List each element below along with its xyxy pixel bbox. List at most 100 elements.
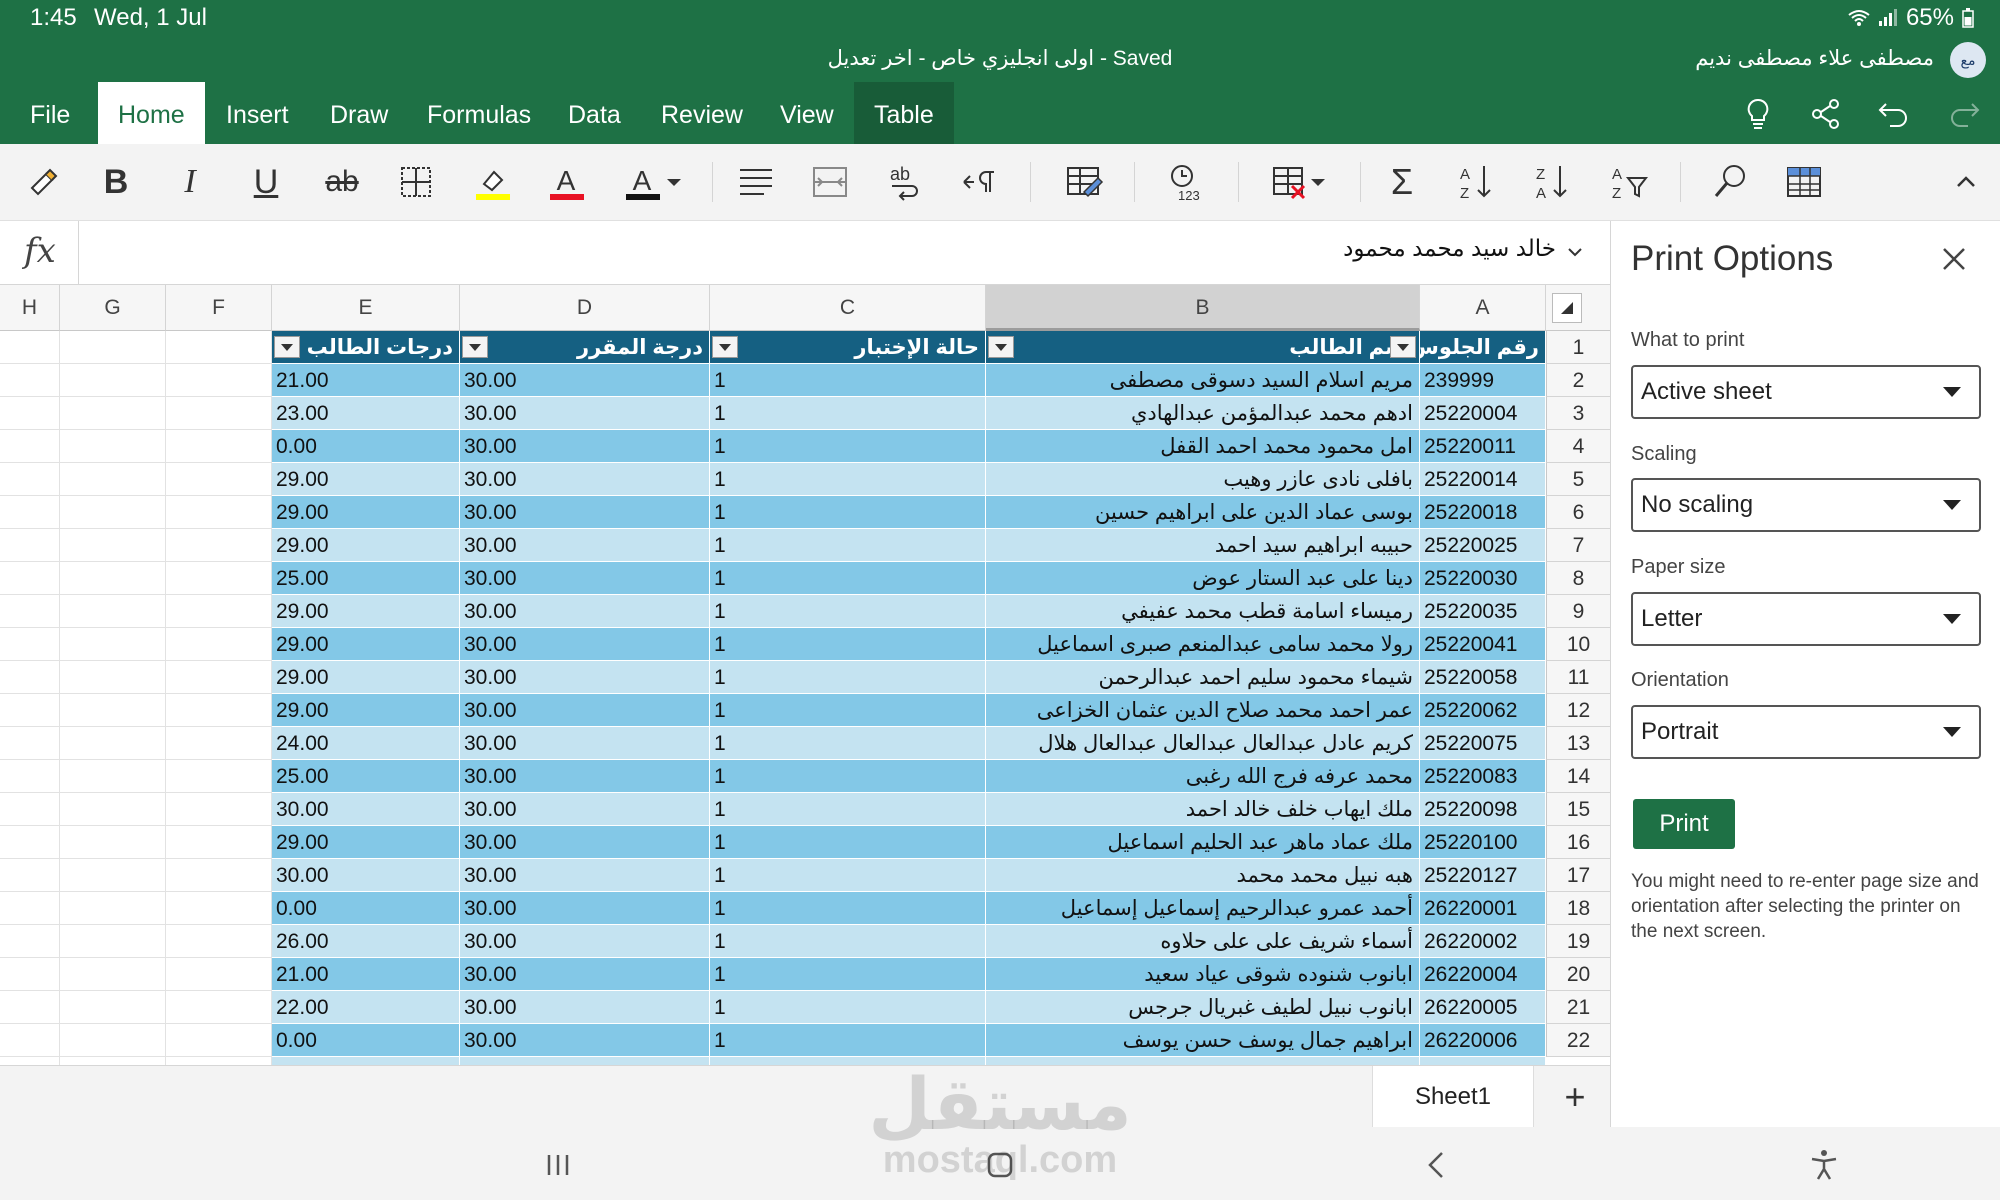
cell-c9[interactable]: 1 — [710, 595, 986, 628]
find-icon[interactable] — [1706, 158, 1754, 206]
row-header[interactable]: 12 — [1546, 694, 1610, 727]
cell-e17[interactable]: 30.00 — [272, 859, 460, 892]
fx-icon[interactable]: fx — [24, 231, 56, 271]
sheet-tab-sheet1[interactable]: Sheet1 — [1372, 1066, 1534, 1128]
cell-a18[interactable]: 26220001 — [1420, 892, 1546, 925]
cell-g3[interactable] — [60, 397, 166, 430]
row-header[interactable]: 13 — [1546, 727, 1610, 760]
borders-icon[interactable] — [392, 158, 440, 206]
cell-b5[interactable]: بافلى نادى عازر وهيب — [986, 463, 1420, 496]
cell-e8[interactable]: 25.00 — [272, 562, 460, 595]
cell-c23[interactable] — [710, 1057, 986, 1065]
cell-b19[interactable]: أسماء شريف على على حلاوه — [986, 925, 1420, 958]
cell-f21[interactable] — [166, 991, 272, 1024]
cell-f20[interactable] — [166, 958, 272, 991]
cell-c12[interactable]: 1 — [710, 694, 986, 727]
cell-g11[interactable] — [60, 661, 166, 694]
cell-g22[interactable] — [60, 1024, 166, 1057]
lightbulb-icon[interactable] — [1740, 96, 1776, 132]
cell-f22[interactable] — [166, 1024, 272, 1057]
cell-h21[interactable] — [0, 991, 60, 1024]
undo-icon[interactable] — [1876, 96, 1912, 132]
cell-b15[interactable]: ملك ايهاب خلف خالد احمد — [986, 793, 1420, 826]
avatar[interactable]: مع — [1950, 42, 1986, 78]
cell-a17[interactable]: 25220127 — [1420, 859, 1546, 892]
tab-table[interactable]: Table — [854, 82, 954, 144]
cell-g1[interactable] — [60, 331, 166, 364]
tab-file[interactable]: File — [10, 82, 90, 144]
cell-h15[interactable] — [0, 793, 60, 826]
cell-d20[interactable]: 30.00 — [460, 958, 710, 991]
cell-e2[interactable]: 21.00 — [272, 364, 460, 397]
cell-b3[interactable]: ادهم محمد عبدالمؤمن عبدالهادي — [986, 397, 1420, 430]
cell-h18[interactable] — [0, 892, 60, 925]
formula-input[interactable]: خالد سيد محمد محمود — [1343, 235, 1556, 262]
cell-d18[interactable]: 30.00 — [460, 892, 710, 925]
cell-f6[interactable] — [166, 496, 272, 529]
cell-h6[interactable] — [0, 496, 60, 529]
cell-b16[interactable]: ملك عماد ماهر عبد الحليم اسماعيل — [986, 826, 1420, 859]
share-icon[interactable] — [1808, 96, 1844, 132]
cell-d12[interactable]: 30.00 — [460, 694, 710, 727]
cell-b8[interactable]: دينا على عبد الستار عوض — [986, 562, 1420, 595]
cell-e13[interactable]: 24.00 — [272, 727, 460, 760]
cell-b13[interactable]: كريم عادل عبدالعال عبدالعال عبدالعال هلا… — [986, 727, 1420, 760]
cell-g10[interactable] — [60, 628, 166, 661]
filter-dropdown-button[interactable] — [274, 336, 300, 358]
cell-g17[interactable] — [60, 859, 166, 892]
print-button[interactable]: Print — [1633, 799, 1735, 849]
cell-f12[interactable] — [166, 694, 272, 727]
row-header[interactable]: 3 — [1546, 397, 1610, 430]
cell-h14[interactable] — [0, 760, 60, 793]
cell-h13[interactable] — [0, 727, 60, 760]
column-header-a[interactable]: A — [1420, 285, 1546, 331]
cell-e22[interactable]: 0.00 — [272, 1024, 460, 1057]
cell-d11[interactable]: 30.00 — [460, 661, 710, 694]
cell-b23[interactable] — [986, 1057, 1420, 1065]
row-header[interactable]: 9 — [1546, 595, 1610, 628]
table-header-e[interactable]: درجات الطالب — [272, 331, 460, 364]
wrap-text-icon[interactable]: ab — [880, 158, 928, 206]
filter-dropdown-button[interactable] — [988, 336, 1014, 358]
cell-a8[interactable]: 25220030 — [1420, 562, 1546, 595]
cell-e21[interactable]: 22.00 — [272, 991, 460, 1024]
column-header-f[interactable]: F — [166, 285, 272, 331]
cell-c16[interactable]: 1 — [710, 826, 986, 859]
row-header[interactable]: 15 — [1546, 793, 1610, 826]
cell-a10[interactable]: 25220041 — [1420, 628, 1546, 661]
cell-e9[interactable]: 29.00 — [272, 595, 460, 628]
table-header-c[interactable]: حالة الإختبار — [710, 331, 986, 364]
sort-ascending-icon[interactable]: AZ — [1452, 158, 1500, 206]
cell-a14[interactable]: 25220083 — [1420, 760, 1546, 793]
cell-h5[interactable] — [0, 463, 60, 496]
scaling-select[interactable]: No scaling — [1631, 478, 1981, 532]
table-header-b[interactable]: اسم الطالب — [986, 331, 1420, 364]
cell-h10[interactable] — [0, 628, 60, 661]
cell-g13[interactable] — [60, 727, 166, 760]
cell-c3[interactable]: 1 — [710, 397, 986, 430]
cell-f8[interactable] — [166, 562, 272, 595]
cell-a21[interactable]: 26220005 — [1420, 991, 1546, 1024]
cell-d17[interactable]: 30.00 — [460, 859, 710, 892]
cell-h8[interactable] — [0, 562, 60, 595]
row-header[interactable]: 18 — [1546, 892, 1610, 925]
row-header[interactable]: 1 — [1546, 331, 1610, 364]
row-header[interactable]: 11 — [1546, 661, 1610, 694]
row-header[interactable]: 17 — [1546, 859, 1610, 892]
cell-a16[interactable]: 25220100 — [1420, 826, 1546, 859]
cell-e5[interactable]: 29.00 — [272, 463, 460, 496]
bold-icon[interactable]: B — [92, 158, 140, 206]
cell-f7[interactable] — [166, 529, 272, 562]
cell-h3[interactable] — [0, 397, 60, 430]
cell-f13[interactable] — [166, 727, 272, 760]
tab-formulas[interactable]: Formulas — [407, 82, 551, 144]
number-format-icon[interactable]: 123 — [1162, 158, 1210, 206]
cell-f2[interactable] — [166, 364, 272, 397]
chevron-down-icon[interactable] — [1566, 243, 1584, 261]
cell-h16[interactable] — [0, 826, 60, 859]
filter-dropdown-button[interactable] — [1390, 336, 1416, 358]
cell-c14[interactable]: 1 — [710, 760, 986, 793]
cell-c4[interactable]: 1 — [710, 430, 986, 463]
collapse-ribbon-icon[interactable] — [1942, 158, 1990, 206]
column-header-g[interactable]: G — [60, 285, 166, 331]
